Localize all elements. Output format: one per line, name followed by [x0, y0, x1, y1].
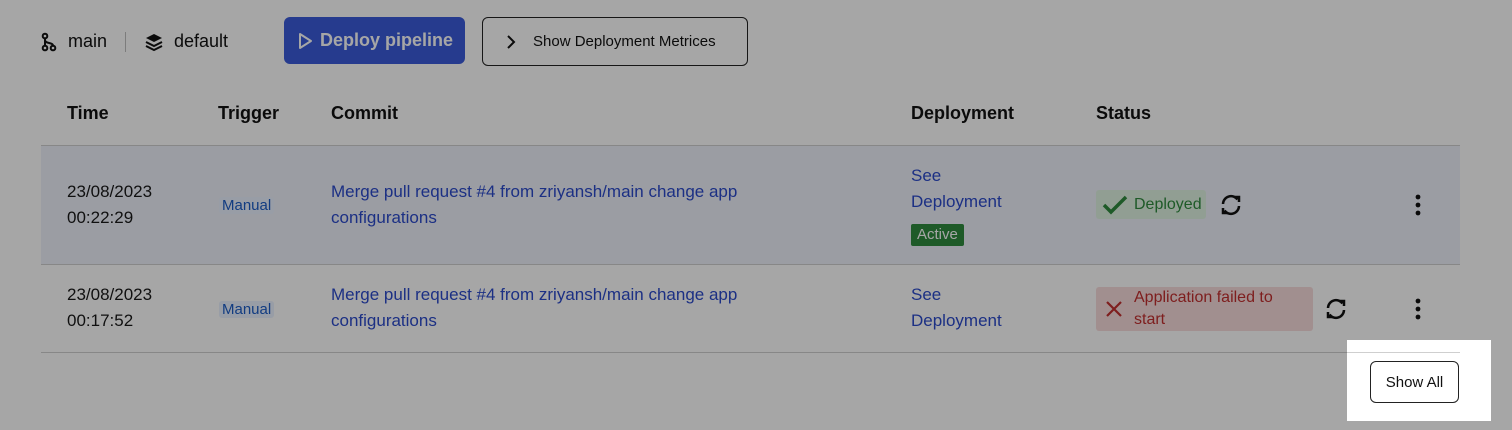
- more-options-button[interactable]: [1408, 296, 1428, 322]
- deploy-pipeline-button[interactable]: Deploy pipeline: [284, 17, 465, 64]
- commit-text: configurations: [331, 208, 437, 227]
- branch-selector[interactable]: main: [40, 31, 107, 52]
- status-text-line: Application failed to: [1134, 289, 1273, 306]
- active-badge: Active: [911, 224, 964, 246]
- time-cell: 23/08/2023 00:17:52: [67, 282, 152, 334]
- commit-link[interactable]: Merge pull request #4 from zriyansh/main…: [331, 179, 801, 231]
- deployment-link-text: Deployment: [911, 192, 1002, 211]
- more-options-button[interactable]: [1408, 192, 1428, 218]
- status-text-line: start: [1134, 311, 1166, 328]
- check-icon: [1102, 195, 1128, 214]
- status-text: Application failed to start: [1134, 287, 1273, 331]
- more-vertical-icon: [1415, 298, 1421, 320]
- column-header-deployment: Deployment: [911, 103, 1015, 123]
- deploy-pipeline-label: Deploy pipeline: [319, 30, 454, 50]
- play-icon: [298, 32, 312, 49]
- close-icon: [1106, 301, 1122, 317]
- redeploy-button[interactable]: [1323, 296, 1349, 322]
- commit-text: configurations: [331, 311, 437, 330]
- commit-text: Merge pull request #4 from zriyansh/main…: [331, 182, 738, 201]
- column-header-status: Status: [1096, 103, 1152, 123]
- column-header-commit: Commit: [331, 103, 398, 123]
- status-badge: Deployed: [1096, 190, 1206, 219]
- chevron-right-icon: [507, 34, 516, 49]
- time-clock: 00:22:29: [67, 208, 134, 227]
- see-deployment-link[interactable]: See Deployment: [911, 163, 1002, 215]
- show-all-button[interactable]: Show All: [1370, 361, 1459, 403]
- show-all-label: Show All: [1385, 373, 1444, 391]
- refresh-icon: [1221, 194, 1241, 216]
- environment-selector[interactable]: default: [144, 31, 228, 52]
- deployment-link-text: See: [911, 166, 942, 185]
- status-badge: Application failed to start: [1096, 287, 1313, 331]
- refresh-icon: [1326, 298, 1346, 320]
- time-date: 23/08/2023: [67, 285, 153, 304]
- status-text: Deployed: [1134, 195, 1202, 213]
- layers-icon: [145, 33, 163, 51]
- git-branch-icon: [41, 32, 57, 51]
- redeploy-button[interactable]: [1218, 192, 1244, 218]
- trigger-badge: Manual: [219, 197, 275, 214]
- column-header-time: Time: [67, 103, 109, 123]
- time-cell: 23/08/2023 00:22:29: [67, 179, 152, 231]
- branch-label: main: [68, 31, 108, 51]
- time-date: 23/08/2023: [67, 182, 153, 201]
- divider: [125, 31, 127, 52]
- show-deployment-metrics-label: Show Deployment Metrices: [533, 33, 716, 50]
- top-bar: main default: [40, 17, 228, 66]
- trigger-badge: Manual: [219, 301, 275, 318]
- column-header-trigger: Trigger: [218, 103, 280, 123]
- deployment-link-text: Deployment: [911, 311, 1002, 330]
- trigger-cell: Manual: [219, 296, 275, 323]
- deployments-page: main default Deploy pipeline Show Deploy…: [0, 0, 1512, 430]
- more-vertical-icon: [1415, 194, 1421, 216]
- commit-text: Merge pull request #4 from zriyansh/main…: [331, 285, 738, 304]
- commit-link[interactable]: Merge pull request #4 from zriyansh/main…: [331, 282, 801, 334]
- deployment-link-text: See: [911, 285, 942, 304]
- trigger-cell: Manual: [219, 192, 275, 219]
- show-deployment-metrics-button[interactable]: Show Deployment Metrices: [482, 17, 748, 66]
- environment-label: default: [174, 31, 229, 51]
- see-deployment-link[interactable]: See Deployment: [911, 282, 1002, 334]
- time-clock: 00:17:52: [67, 311, 134, 330]
